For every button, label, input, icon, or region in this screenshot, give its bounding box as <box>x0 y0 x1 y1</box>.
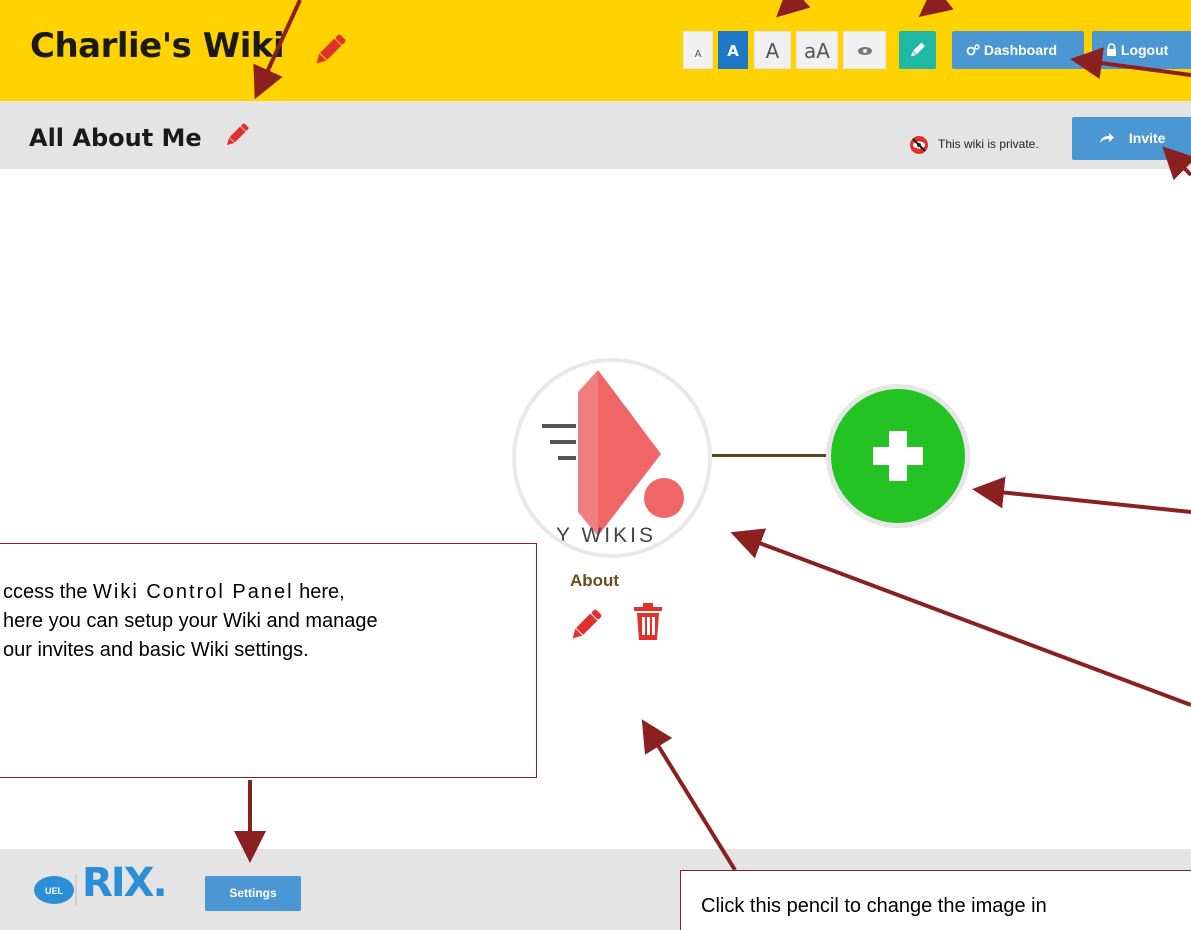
node-connector-line <box>712 454 830 457</box>
font-size-large-button[interactable]: aA <box>796 31 838 69</box>
lock-icon <box>1107 43 1116 56</box>
cogs-icon <box>966 44 980 56</box>
eye-icon <box>857 47 872 55</box>
invite-button[interactable]: Invite <box>1072 117 1191 160</box>
plus-icon <box>873 431 923 481</box>
font-size-small-button[interactable]: A <box>718 31 748 69</box>
arrow-to-about-node <box>730 528 1191 707</box>
page-title: All About Me <box>29 124 202 152</box>
callout-emphasis: Wiki Control Panel <box>93 581 294 603</box>
callout2-text: Click this pencil to change the image in <box>701 895 1047 917</box>
pencil-image-callout: Click this pencil to change the image in <box>680 870 1191 930</box>
logout-button[interactable]: Logout <box>1092 31 1191 69</box>
edit-page-title-pencil-icon[interactable] <box>222 120 252 155</box>
about-page-node[interactable]: Y WIKIS <box>512 358 712 558</box>
rix-logo-text: RIX. <box>82 860 168 906</box>
node-logo-text: Y WIKIS <box>556 524 656 547</box>
wiki-title: Charlie's Wiki <box>30 26 285 66</box>
dashboard-button[interactable]: Dashboard <box>952 31 1084 69</box>
delete-node-trash-icon[interactable] <box>632 602 664 647</box>
settings-button[interactable]: Settings <box>205 876 301 911</box>
add-page-button[interactable] <box>826 384 970 528</box>
callout-text-end: here, <box>293 581 345 603</box>
private-eye-slash-icon <box>909 135 929 160</box>
font-size-smallest-button[interactable]: A <box>683 31 713 69</box>
callout-line-2: here you can setup your Wiki and manage <box>3 610 378 632</box>
font-size-medium-button[interactable]: A <box>754 31 791 69</box>
node-label: About <box>570 571 620 590</box>
edit-wiki-title-pencil-icon[interactable] <box>310 30 350 75</box>
control-panel-callout: ccess the Wiki Control Panel here, here … <box>0 543 537 778</box>
pencil-icon <box>911 42 925 57</box>
callout-line-3: our invites and basic Wiki settings. <box>3 639 309 661</box>
arrow-to-add-node <box>972 476 1191 514</box>
edit-mode-button[interactable] <box>899 31 936 69</box>
share-arrow-icon <box>1100 133 1114 143</box>
callout-text-start: ccess the <box>3 581 94 603</box>
callout-text: ccess the Wiki Control Panel here, here … <box>3 578 523 665</box>
privacy-status-text: This wiki is private. <box>938 137 1039 151</box>
logout-label: Logout <box>1120 42 1169 58</box>
preview-eye-button[interactable] <box>843 31 886 69</box>
svg-text:UEL: UEL <box>45 886 64 896</box>
edit-node-pencil-icon[interactable] <box>566 605 606 650</box>
invite-label: Invite <box>1128 130 1166 146</box>
dashboard-label: Dashboard <box>983 42 1058 58</box>
